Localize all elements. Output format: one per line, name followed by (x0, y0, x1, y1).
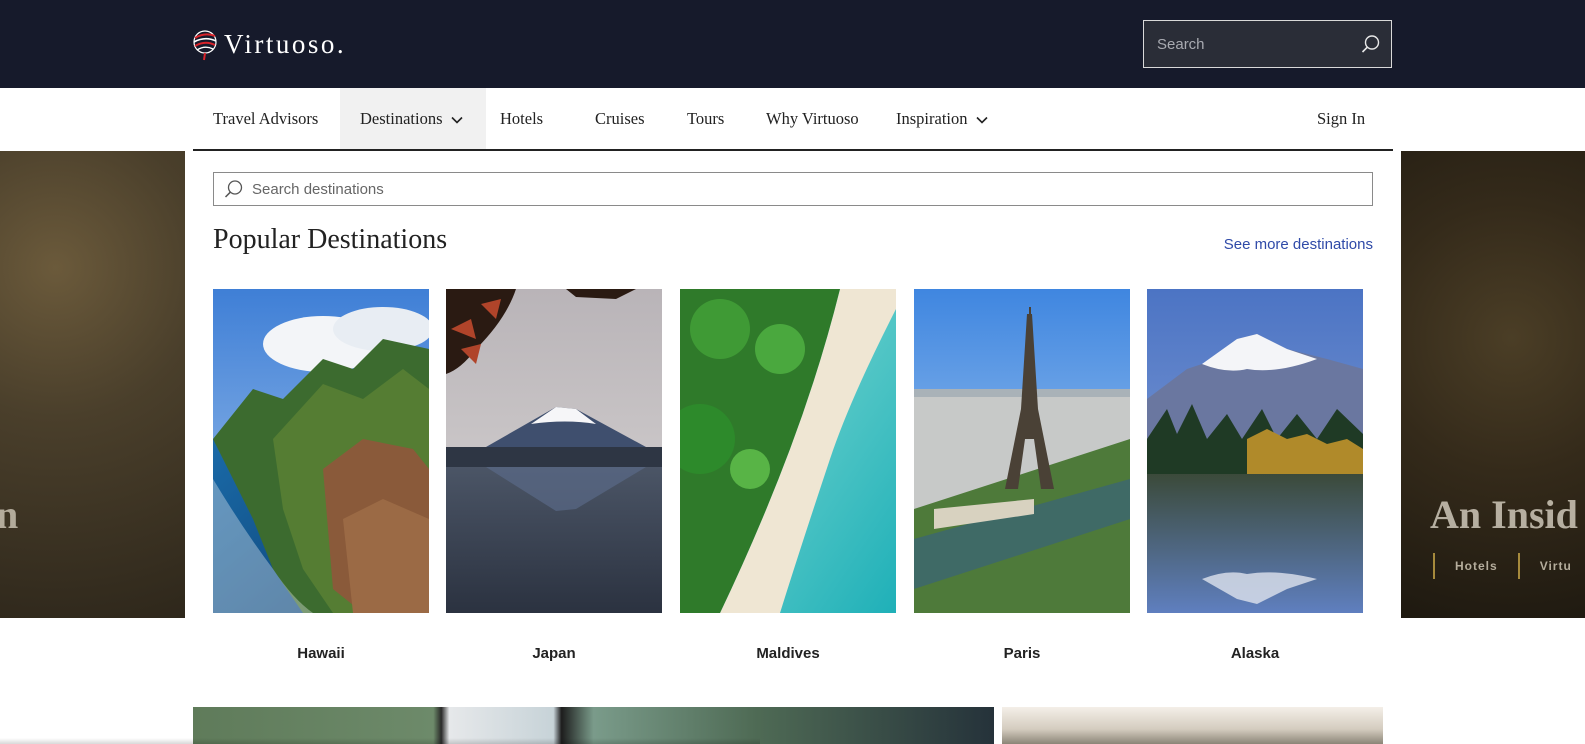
destination-card-maldives[interactable]: Maldives (680, 289, 896, 662)
nav-label: Hotels (500, 108, 544, 128)
hero-left-title: n (0, 492, 19, 537)
nav-destinations[interactable]: Destinations (340, 88, 486, 149)
feature-image-right[interactable] (1002, 707, 1383, 744)
destination-search[interactable] (213, 172, 1373, 206)
destination-name[interactable]: Maldives (680, 645, 896, 662)
nav-travel-advisors[interactable]: Travel Advisors (193, 88, 338, 149)
globe-logo-icon (193, 30, 217, 61)
destination-name[interactable]: Alaska (1147, 645, 1363, 662)
destination-name[interactable]: Japan (446, 645, 662, 662)
chevron-down-icon (450, 116, 463, 124)
destination-card-alaska[interactable]: Alaska (1147, 289, 1363, 662)
hero-tab-virtuoso[interactable]: Virtu (1520, 559, 1585, 573)
destination-card-paris[interactable]: Paris (914, 289, 1130, 662)
nav-label: Cruises (595, 108, 645, 128)
destination-name[interactable]: Hawaii (213, 645, 429, 662)
nav-cruises[interactable]: Cruises (575, 88, 665, 149)
sign-in-link[interactable]: Sign In (1297, 88, 1385, 149)
hero-slide-left[interactable]: n (0, 151, 185, 618)
nav-inspiration[interactable]: Inspiration (876, 88, 1008, 149)
nav-label: Inspiration (896, 108, 968, 128)
site-search[interactable] (1143, 20, 1392, 68)
chevron-down-icon (975, 116, 988, 124)
site-search-input[interactable] (1144, 21, 1354, 67)
search-icon (224, 180, 243, 198)
hero-slide-right[interactable]: An Insid Hotels Virtu (1401, 151, 1585, 618)
main-nav: Travel Advisors Destinations Hotels Crui… (193, 88, 1393, 151)
scroll-shadow (0, 738, 760, 744)
destination-card-hawaii[interactable]: Hawaii (213, 289, 429, 662)
destination-image[interactable] (446, 289, 662, 613)
search-icon[interactable] (1361, 34, 1381, 54)
see-more-destinations-link[interactable]: See more destinations (1224, 236, 1373, 253)
hero-tabs: Hotels Virtu (1433, 553, 1585, 579)
virtuoso-logo[interactable]: Virtuoso. (192, 26, 346, 62)
destination-search-input[interactable] (252, 173, 1352, 205)
nav-label: Why Virtuoso (766, 108, 859, 128)
nav-hotels[interactable]: Hotels (480, 88, 563, 149)
hero-right-title: An Insid (1430, 492, 1578, 537)
nav-why-virtuoso[interactable]: Why Virtuoso (746, 88, 879, 149)
destination-name[interactable]: Paris (914, 645, 1130, 662)
logo-wordmark: Virtuoso. (224, 28, 347, 59)
nav-tours[interactable]: Tours (667, 88, 744, 149)
top-header: Virtuoso. (0, 0, 1585, 88)
destination-image[interactable] (914, 289, 1130, 613)
sign-in-label: Sign In (1317, 108, 1366, 128)
nav-label: Destinations (360, 108, 443, 128)
destination-image[interactable] (213, 289, 429, 613)
nav-label: Tours (687, 108, 725, 128)
hero-tab-hotels[interactable]: Hotels (1435, 559, 1518, 573)
destination-card-japan[interactable]: Japan (446, 289, 662, 662)
popular-destinations-heading: Popular Destinations (213, 224, 448, 255)
destination-image[interactable] (680, 289, 896, 613)
destinations-dropdown: Popular Destinations See more destinatio… (185, 151, 1401, 699)
nav-label: Travel Advisors (213, 108, 319, 128)
destination-image[interactable] (1147, 289, 1363, 613)
